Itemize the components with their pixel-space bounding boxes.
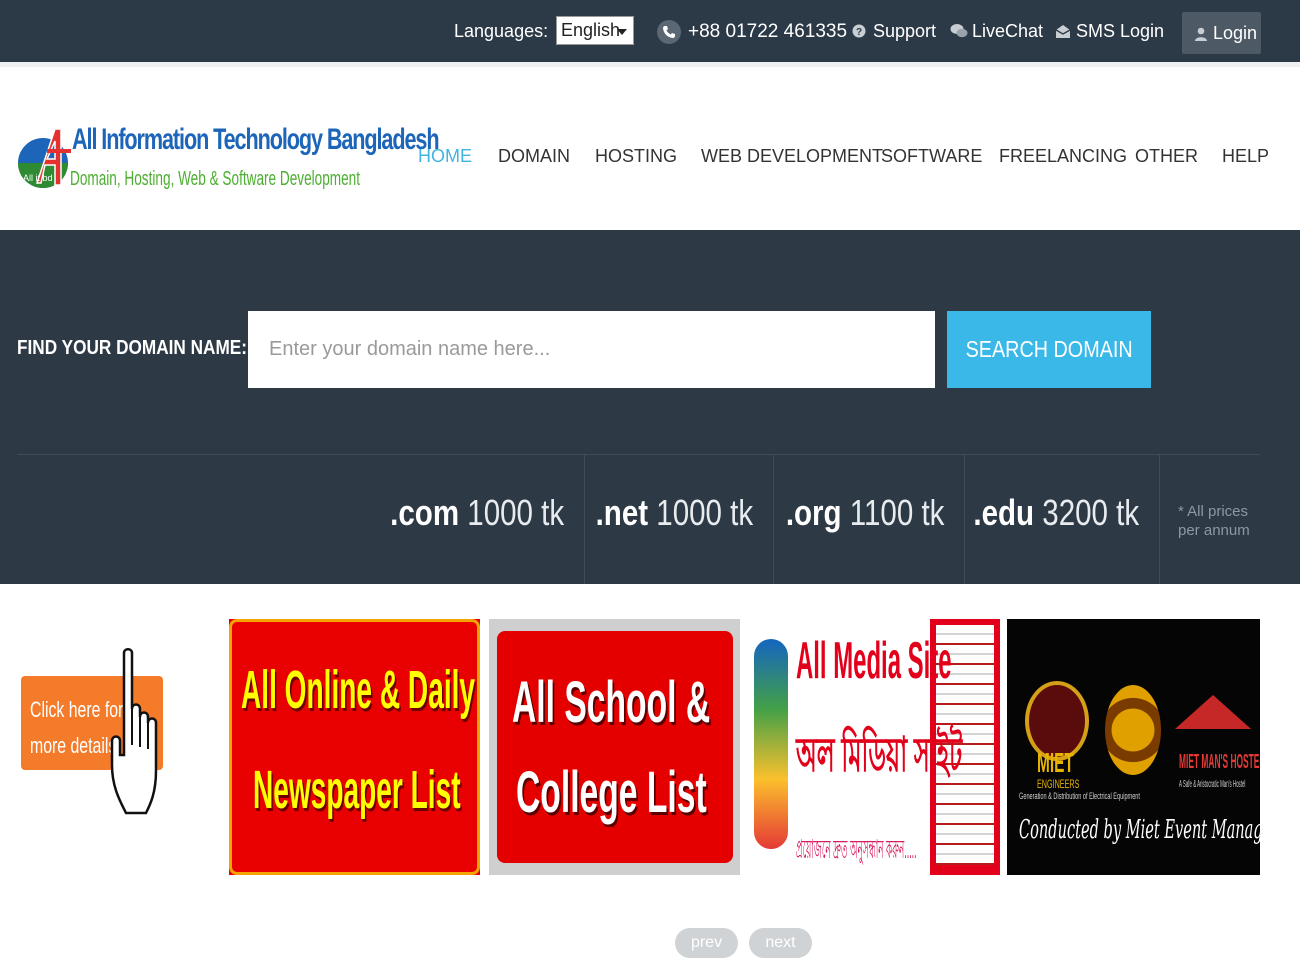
prev-button[interactable]: prev [675,928,738,958]
price-tld: .edu [973,492,1034,533]
miet-footer-text: Conducted by Miet Event Managment [1019,815,1260,845]
price-amount: 1000 tk [656,492,753,533]
nav-item-help[interactable]: HELP [1222,146,1269,167]
banner-text-line: All Media Site [796,632,952,690]
support-link[interactable]: Support [873,21,936,42]
miet-brand-sub: ENGINEERS [1037,777,1080,791]
svg-text:?: ? [856,27,862,38]
next-button[interactable]: next [749,928,812,958]
house-icon [1175,695,1251,729]
price-tld: .org [785,492,842,533]
miet-hostel-brand: MIET MAN'S HOSTEL [1179,751,1260,773]
find-domain-label: FIND YOUR DOMAIN NAME: [17,337,247,359]
divider [17,454,1260,455]
domain-search-input[interactable] [248,311,935,388]
price-net: .net 1000 tk [595,492,753,548]
login-button[interactable]: Login [1182,12,1261,54]
price-amount: 1100 tk [849,492,944,533]
divider [964,455,965,584]
nav-item-domain[interactable]: DOMAIN [498,146,570,167]
languages-label: Languages: [454,21,549,41]
login-label: Login [1213,23,1258,43]
nav-item-other[interactable]: OTHER [1135,146,1198,167]
logo-mark[interactable]: All it bd [17,121,73,193]
nav-item-web-development[interactable]: WEB DEVELOPMENT [701,146,883,167]
price-org: .org 1100 tk [785,492,944,548]
banner-text-line: All School & [512,670,711,735]
banner-text-line: অল মিডিয়া সাইট [796,729,963,782]
search-domain-button[interactable]: SEARCH DOMAIN [947,311,1151,388]
banner-text-line: প্রয়োজনে দ্রুত অনুসন্ধান করুন..... [796,834,917,864]
price-tld: .net [595,492,648,533]
divider [1159,455,1160,584]
language-selected-value: English [561,20,621,40]
banner-text-line: All Online & Daily [241,660,476,720]
price-com: .com 1000 tk [390,492,564,548]
divider [584,455,585,584]
price-tld: .com [390,492,459,533]
divider [773,455,774,584]
banner-miet[interactable]: MIET ENGINEERS Generation & Distribution… [1007,619,1260,875]
nav-item-software[interactable]: SOFTWARE [881,146,982,167]
phone-icon [657,20,681,44]
domain-search-section: FIND YOUR DOMAIN NAME: SEARCH DOMAIN .co… [0,230,1300,584]
pointer-hand-icon [110,645,162,820]
globe-icon [754,639,788,849]
banner-text-line: College List [516,760,707,825]
sms-login-link[interactable]: SMS Login [1076,21,1164,42]
question-icon: ? [852,24,866,43]
top-bar: Languages: English +88 01722 461335 ? Su… [0,0,1300,62]
logo-mark-text: All it bd [23,173,53,183]
chevron-down-icon [617,29,627,35]
banner-newspaper-list[interactable]: All Online & Daily Newspaper List [229,619,480,875]
livechat-link[interactable]: LiveChat [972,21,1043,42]
banner-school-college-list[interactable]: All School & College List [489,619,740,875]
search-domain-label: SEARCH DOMAIN [965,336,1133,362]
miet-brand: MIET [1037,747,1074,778]
nav-item-hosting[interactable]: HOSTING [595,146,677,167]
site-header: All it bd All Information Technology Ban… [0,62,1300,230]
price-note-line: per annum [1178,522,1250,539]
banner-text-line: Newspaper List [253,760,461,820]
language-select[interactable]: English [556,16,634,45]
logo-subtitle: Domain, Hosting, Web & Software Developm… [70,168,361,190]
miet-hostel-sub: A Safe & Aristocratic Man's Hostel [1179,779,1246,790]
price-note: * All prices per annum [1178,502,1250,540]
logo-title[interactable]: All Information Technology Bangladesh [72,123,440,157]
price-amount: 1000 tk [467,492,564,533]
phone-number: +88 01722 461335 [688,21,848,42]
user-icon [1195,27,1207,46]
chat-icon [950,23,968,44]
nav-item-freelancing[interactable]: FREELANCING [999,146,1127,167]
banner-all-media-site[interactable]: All Media Site অল মিডিয়া সাইট প্রয়োজনে… [750,619,1000,875]
price-note-line: * All prices [1178,503,1249,520]
miet-small-text: Generation & Distribution of Electrical … [1019,791,1140,801]
price-amount: 3200 tk [1042,492,1139,533]
price-edu: .edu 3200 tk [973,492,1139,548]
envelope-icon [1055,24,1071,44]
gear-icon [1105,685,1161,775]
nav-item-home[interactable]: HOME [418,146,472,167]
